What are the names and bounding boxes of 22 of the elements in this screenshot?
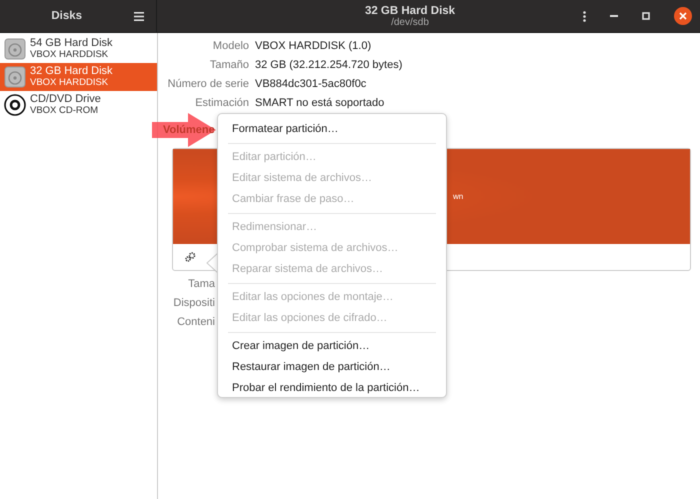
field-value: 32 GB (32.212.254.720 bytes) <box>255 58 404 73</box>
app-title: Disks <box>51 10 82 22</box>
field-label: Modelo <box>212 39 249 54</box>
window-title: 32 GB Hard Disk <box>364 4 456 16</box>
disk-name: CD/DVD Drive <box>30 93 101 105</box>
partition-label: wn <box>453 192 464 201</box>
disk-name: 32 GB Hard Disk <box>30 65 113 77</box>
field-label: Tamaño <box>208 58 249 73</box>
field-label: Tama <box>188 277 215 292</box>
section-title: Volúmene <box>163 123 215 138</box>
disk-name: 54 GB Hard Disk <box>30 37 113 49</box>
disk-model: VBOX HARDDISK <box>30 49 110 61</box>
window-subtitle: /dev/sdb <box>391 16 429 28</box>
field-value: VB884dc301-5ac80f0c <box>255 77 368 92</box>
field-label: Conteni <box>177 315 215 330</box>
field-label: Número de serie <box>166 77 249 92</box>
field-label: Dispositi <box>173 296 215 311</box>
disk-model: VBOX HARDDISK <box>30 77 110 89</box>
field-value: SMART no está soportado <box>255 96 386 111</box>
field-label: Estimación <box>194 96 249 111</box>
field-value: VBOX HARDDISK (1.0) <box>255 39 372 54</box>
disk-model: VBOX CD-ROM <box>30 105 100 117</box>
